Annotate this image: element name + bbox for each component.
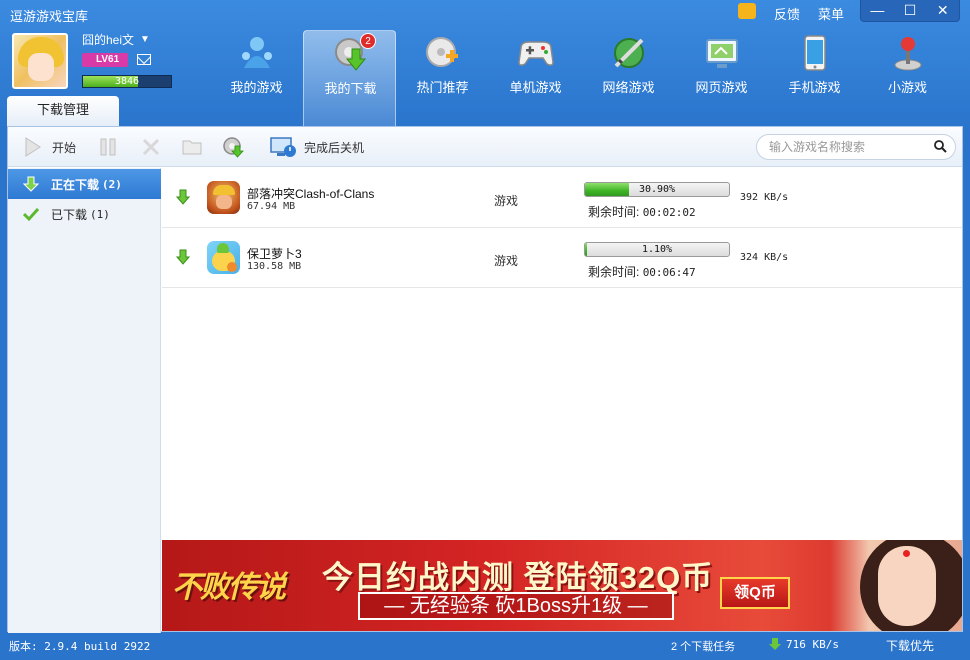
window-controls: — ☐ ✕: [860, 0, 960, 22]
content-frame: 开始 完成后关机 输入游戏名称搜索 正在下载 (2) 已下载 (1) 部落冲突C…: [7, 126, 963, 633]
open-folder-button[interactable]: [181, 127, 203, 167]
download-arrow-icon: [176, 189, 190, 205]
game-size: 67.94 MB: [247, 201, 296, 212]
maximize-button[interactable]: ☐: [894, 0, 927, 21]
clash-of-clans-icon: [207, 181, 240, 214]
joystick-icon: [894, 37, 922, 71]
ad-banner[interactable]: 不败传说 今日约战内测 登陆领32Q币 — 无经验条 砍1Boss升1级 — 领…: [162, 540, 962, 631]
table-row[interactable]: 保卫萝卜3 130.58 MB 游戏 1.10% 剩余时间: 00:06:47 …: [162, 228, 962, 288]
download-speed: 392 KB/s: [740, 192, 789, 203]
carrot-defense-icon: [207, 241, 240, 274]
game-type: 游戏: [494, 254, 519, 268]
progress-text: 30.90%: [638, 184, 676, 195]
download-priority-button[interactable]: 下载优先: [886, 637, 934, 654]
download-speed: 324 KB/s: [740, 252, 789, 263]
status-bar: 版本: 2.9.4 build 2922 2 个下载任务 716 KB/s 下载…: [0, 634, 970, 660]
pause-icon: [100, 138, 116, 156]
search-input[interactable]: [769, 139, 929, 155]
download-settings-icon: [223, 137, 244, 158]
download-arrow-icon: [769, 638, 781, 650]
delete-icon: [142, 138, 160, 156]
pause-button[interactable]: [97, 127, 119, 167]
settings-button[interactable]: [222, 127, 244, 167]
close-button[interactable]: ✕: [926, 0, 959, 21]
banner-logo: 不败传说: [172, 570, 286, 605]
web-game-icon: [706, 39, 738, 68]
gamepad-icon: [518, 41, 554, 66]
version-text: 版本: 2.9.4 build 2922: [9, 640, 151, 653]
game-type: 游戏: [494, 194, 519, 208]
download-count-badge: 2: [360, 33, 376, 49]
search-box[interactable]: [756, 134, 956, 160]
total-speed: 716 KB/s: [786, 638, 839, 651]
banner-subtitle: — 无经验条 砍1Boss升1级 —: [358, 592, 674, 620]
toolbar: 开始 完成后关机: [8, 127, 962, 167]
nav-single-player[interactable]: 单机游戏: [489, 30, 582, 126]
feedback-link[interactable]: 反馈: [774, 4, 800, 23]
hot-recommend-icon: [426, 37, 458, 67]
checkmark-icon: [23, 207, 39, 222]
sidebar: 正在下载 (2) 已下载 (1): [8, 168, 161, 633]
game-name: 保卫萝卜3: [247, 247, 302, 261]
mobile-phone-icon: [804, 35, 826, 71]
nav-my-games[interactable]: 我的游戏: [210, 30, 303, 126]
exp-bar: 3846: [82, 75, 172, 88]
sidebar-item-downloading[interactable]: 正在下载 (2): [8, 169, 161, 199]
app-window: 逗游游戏宝库 反馈 菜单 — ☐ ✕ 囧的hei文 ▼ LV61 3846 我的…: [0, 0, 970, 660]
mail-icon[interactable]: [137, 54, 151, 65]
sidebar-item-downloaded[interactable]: 已下载 (1): [8, 199, 161, 229]
exp-text: 3846: [114, 76, 140, 87]
nav-online-games[interactable]: 网络游戏: [582, 30, 675, 126]
game-name: 部落冲突Clash-of-Clans: [247, 187, 375, 201]
sword-globe-icon: [614, 38, 644, 68]
chevron-down-icon[interactable]: ▼: [140, 34, 150, 45]
play-icon: [25, 137, 41, 157]
banner-character-image: [830, 540, 962, 631]
folder-icon: [182, 140, 202, 155]
delete-button[interactable]: [140, 127, 162, 167]
avatar[interactable]: [12, 33, 68, 89]
my-games-icon: [242, 37, 272, 68]
minimize-button[interactable]: —: [861, 0, 894, 21]
tab-download-manager[interactable]: 下载管理: [7, 96, 119, 126]
remaining-time: 剩余时间: 00:06:47: [588, 265, 696, 279]
banner-headline: 今日约战内测 登陆领32Q币: [322, 560, 714, 595]
download-arrow-icon: [23, 176, 39, 192]
main-nav: 我的游戏 2 我的下载 热门推荐 单机游戏 网络游戏 网页游戏 手机游戏 小游戏: [210, 30, 954, 126]
table-row[interactable]: 部落冲突Clash-of-Clans 67.94 MB 游戏 30.90% 剩余…: [162, 168, 962, 228]
nav-hot[interactable]: 热门推荐: [396, 30, 489, 126]
username[interactable]: 囧的hei文: [82, 31, 134, 48]
nav-web-games[interactable]: 网页游戏: [675, 30, 768, 126]
download-list: 部落冲突Clash-of-Clans 67.94 MB 游戏 30.90% 剩余…: [162, 168, 962, 540]
nav-mini-games[interactable]: 小游戏: [861, 30, 954, 126]
menu-link[interactable]: 菜单: [818, 4, 844, 23]
monitor-power-icon: [270, 137, 296, 157]
gift-icon[interactable]: [738, 3, 756, 19]
nav-my-downloads[interactable]: 2 我的下载: [303, 30, 396, 126]
search-icon[interactable]: [934, 140, 947, 153]
app-title: 逗游游戏宝库: [10, 9, 89, 24]
progress-bar: 1.10%: [584, 242, 730, 257]
game-size: 130.58 MB: [247, 261, 302, 272]
level-badge: LV61: [82, 53, 128, 67]
nav-mobile-games[interactable]: 手机游戏: [768, 30, 861, 126]
download-arrow-icon: [176, 249, 190, 265]
progress-text: 1.10%: [641, 244, 673, 255]
claim-qcoin-button[interactable]: 领Q币: [720, 577, 790, 609]
progress-bar: 30.90%: [584, 182, 730, 197]
shutdown-after-complete-button[interactable]: 完成后关机: [270, 127, 364, 167]
task-count: 2 个下载任务: [671, 641, 736, 653]
title-bar[interactable]: 逗游游戏宝库 反馈 菜单 — ☐ ✕: [0, 0, 970, 26]
remaining-time: 剩余时间: 00:02:02: [588, 205, 696, 219]
start-button[interactable]: 开始: [22, 127, 76, 167]
